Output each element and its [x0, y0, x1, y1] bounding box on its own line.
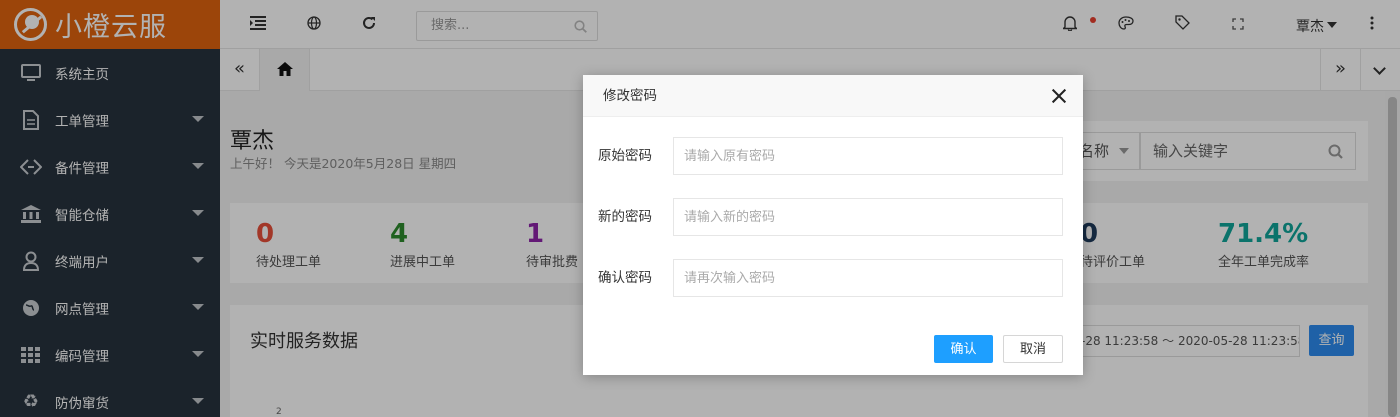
- form-row-old-password: 原始密码: [583, 137, 1083, 175]
- dialog-title: 修改密码: [603, 88, 657, 104]
- new-password-field[interactable]: [673, 198, 1063, 236]
- confirm-password-field[interactable]: [673, 259, 1063, 297]
- new-password-label: 新的密码: [598, 209, 652, 225]
- old-password-field[interactable]: [673, 137, 1063, 175]
- form-row-new-password: 新的密码: [583, 198, 1083, 236]
- confirm-password-label: 确认密码: [598, 270, 652, 286]
- cancel-button[interactable]: 取消: [1003, 335, 1063, 363]
- dialog-header: 修改密码: [583, 75, 1083, 117]
- change-password-dialog: 修改密码 原始密码 新的密码 确认密码 确认 取消: [583, 75, 1083, 375]
- confirm-button[interactable]: 确认: [934, 335, 993, 363]
- old-password-label: 原始密码: [598, 148, 652, 164]
- close-icon[interactable]: [1051, 88, 1067, 104]
- form-row-confirm-password: 确认密码: [583, 259, 1083, 297]
